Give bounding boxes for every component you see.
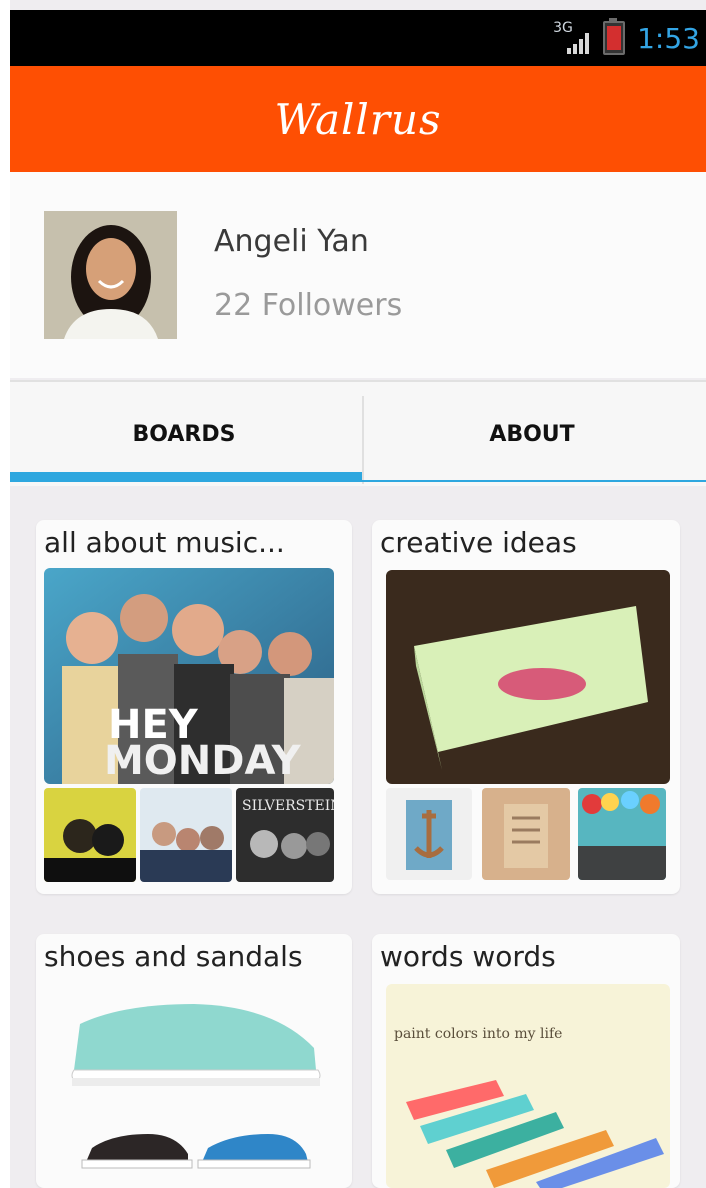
board-title: all about music... (44, 526, 285, 559)
board-thumb-2 (140, 788, 232, 882)
board-card-music[interactable]: all about music... HEY MONDAY SILVERSTEI… (36, 520, 352, 894)
board-thumb-3 (578, 788, 666, 880)
image-caption-text: paint colors into my life (394, 1026, 562, 1042)
phone-screen: 3G 1:53 Wallrus Angeli Yan 22 Followers … (0, 0, 706, 1188)
profile-header: Angeli Yan 22 Followers (10, 172, 706, 378)
app-bar: Wallrus (10, 66, 706, 172)
board-title: shoes and sandals (44, 940, 303, 973)
board-cover-image: paint colors into my life (386, 984, 670, 1188)
status-bar: 3G 1:53 (10, 10, 706, 66)
avatar-photo (44, 211, 177, 339)
board-thumb-3: SILVERSTEIN (236, 788, 334, 882)
tab-boards[interactable]: BOARDS (10, 382, 358, 486)
board-thumb-2 (482, 788, 570, 880)
thumb-band-text: SILVERSTEIN (242, 798, 334, 814)
signal-icon (567, 33, 590, 54)
poster-text-line2: MONDAY (104, 738, 302, 784)
tab-baseline (362, 480, 706, 482)
board-card-creative[interactable]: creative ideas (372, 520, 680, 894)
avatar[interactable] (44, 211, 177, 339)
followers-count[interactable]: 22 Followers (214, 288, 402, 323)
status-time: 1:53 (637, 21, 700, 55)
battery-low-icon (603, 18, 626, 55)
app-title: Wallrus (274, 94, 442, 144)
status-icons: 3G 1:53 (553, 18, 700, 56)
board-cover-image: HEY MONDAY (44, 568, 334, 784)
network-indicator: 3G (553, 20, 591, 56)
board-thumb-1 (44, 788, 136, 882)
board-card-words[interactable]: words words paint colors into my life (372, 934, 680, 1188)
board-cover-image (62, 984, 336, 1188)
profile-name: Angeli Yan (214, 224, 369, 259)
board-title: words words (380, 940, 556, 973)
board-thumb-1 (386, 788, 472, 880)
board-cover-image (386, 570, 670, 784)
board-card-shoes[interactable]: shoes and sandals (36, 934, 352, 1188)
left-frame (0, 0, 10, 1188)
tab-about[interactable]: ABOUT (358, 382, 706, 486)
tab-bar: BOARDS ABOUT (10, 380, 706, 486)
tab-selected-indicator (10, 472, 362, 482)
board-title: creative ideas (380, 526, 577, 559)
